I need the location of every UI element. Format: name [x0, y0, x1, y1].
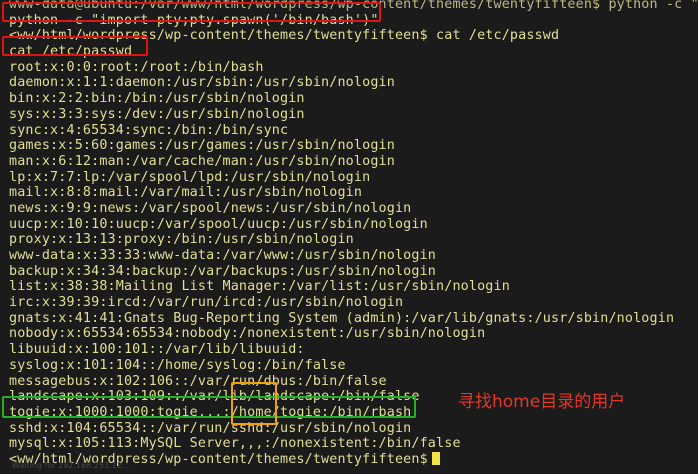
terminal-line: www-data:x:33:33:www-data:/var/www:/usr/… — [9, 248, 437, 263]
terminal-line: syslog:x:101:104::/home/syslog:/bin/fals… — [9, 357, 346, 373]
terminal-line: daemon:x:1:1:daemon:/usr/sbin:/usr/sbin/… — [9, 75, 395, 91]
terminal-line: games:x:5:60:games:/usr/games:/usr/sbin/… — [9, 138, 395, 154]
terminal-line: backup:x:34:34:backup:/var/backups:/usr/… — [9, 263, 437, 279]
terminal-line: uucp:x:10:10:uucp:/var/spool/uucp:/usr/s… — [9, 216, 428, 232]
terminal-line: mysql:x:105:113:MySQL Server,,,:/nonexis… — [9, 436, 461, 452]
terminal-line: news:x:9:9:news:/var/spool/news:/usr/sbi… — [9, 200, 412, 216]
terminal-line: <ww/html/wordpress/wp-content/themes/twe… — [9, 28, 560, 44]
text-cursor — [431, 451, 440, 465]
terminal-line: gnats:x:41:41:Gnats Bug-Reporting System… — [9, 310, 675, 326]
terminal-window[interactable]: www-data@ubuntu:/var/www/html/wordpress/… — [0, 0, 698, 474]
terminal-line: cat /etc/passwd — [9, 44, 133, 60]
status-footer: Waiting for 192.168.253.12... — [12, 461, 130, 470]
terminal-line: sync:x:4:65534:sync:/bin:/bin/sync — [9, 122, 289, 138]
terminal-line: irc:x:39:39:ircd:/var/run/ircd:/usr/sbin… — [9, 295, 404, 311]
terminal-line: list:x:38:38:Mailing List Manager:/var/l… — [9, 279, 510, 295]
terminal-line: nobody:x:65534:65534:nobody:/nonexistent… — [9, 326, 486, 342]
terminal-line: python -c "import pty;pty.spawn('/bin/ba… — [9, 12, 379, 28]
terminal-line: www-data@ubuntu:/var/www/html/wordpress/… — [9, 0, 698, 12]
terminal-line: sshd:x:104:65534::/var/run/sshd:/usr/sbi… — [9, 420, 412, 436]
terminal-line: sys:x:3:3:sys:/dev:/usr/sbin/nologin — [9, 106, 305, 122]
terminal-line: proxy:x:13:13:proxy:/bin:/usr/sbin/nolog… — [9, 232, 354, 248]
terminal-line: root:x:0:0:root:/root:/bin/bash — [9, 59, 264, 75]
terminal-line: mail:x:8:8:mail:/var/mail:/usr/sbin/nolo… — [9, 185, 363, 201]
terminal-line: bin:x:2:2:bin:/bin:/usr/sbin/nologin — [9, 91, 305, 107]
terminal-line: libuuid:x:100:101::/var/lib/libuuid: — [9, 342, 305, 358]
terminal-line: lp:x:7:7:lp:/var/spool/lpd:/usr/sbin/nol… — [9, 169, 371, 185]
annotation-text: 寻找home目录的用户 — [458, 392, 626, 412]
terminal-line: man:x:6:12:man:/var/cache/man:/usr/sbin/… — [9, 153, 395, 169]
